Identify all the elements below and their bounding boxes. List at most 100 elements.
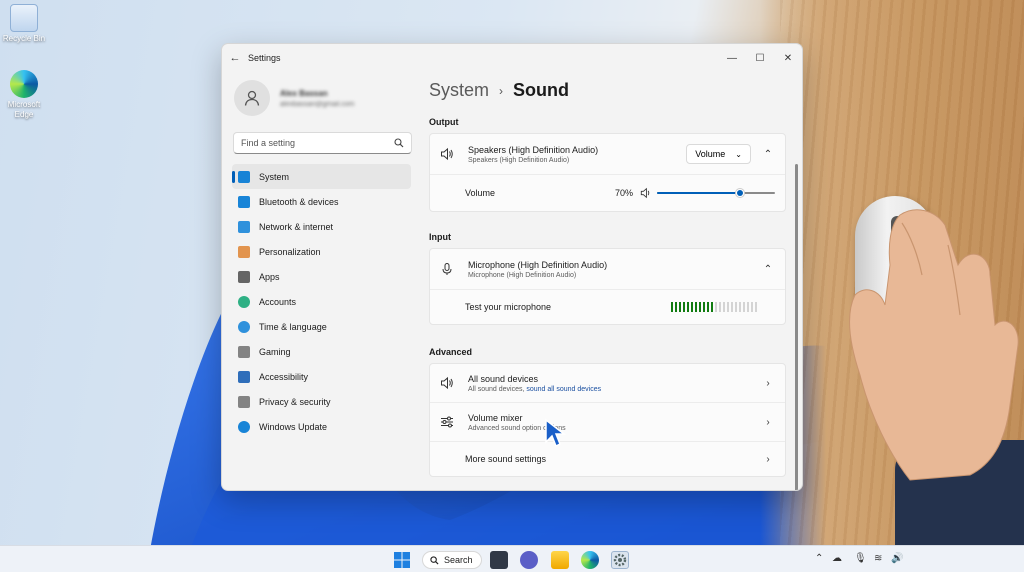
sidebar-item-accessibility[interactable]: Accessibility: [232, 364, 411, 389]
sidebar-item-system[interactable]: System: [232, 164, 411, 189]
sidebar-item-label: System: [259, 171, 290, 182]
volume-dropdown[interactable]: Volume ⌄: [686, 144, 751, 164]
volume-mixer-sub: Advanced sound option options: [468, 424, 566, 432]
sidebar-item-privacy-security[interactable]: Privacy & security: [232, 389, 411, 414]
close-button[interactable]: ✕: [774, 53, 802, 64]
level-segment: [719, 302, 721, 312]
page-title: Sound: [513, 80, 570, 100]
system-icon: [238, 171, 250, 183]
search-placeholder: Find a setting: [241, 138, 296, 148]
microphone-device-row[interactable]: Microphone (High Definition Audio) Micro…: [430, 249, 785, 289]
microphone-icon: [442, 263, 452, 275]
sidebar-item-accounts[interactable]: Accounts: [232, 289, 411, 314]
microphone-name: Microphone (High Definition Audio): [468, 259, 608, 270]
chevron-up-icon[interactable]: ⌃: [815, 553, 823, 564]
maximize-button[interactable]: ☐: [746, 53, 774, 64]
chevron-down-icon: ⌄: [735, 149, 742, 159]
sidebar: Alex Bassan alexbassan@gmail.com Find a …: [222, 72, 422, 490]
all-sound-devices-row[interactable]: All sound devices All sound devices, sou…: [430, 364, 785, 402]
more-sound-settings-title: More sound settings: [465, 454, 547, 464]
sidebar-item-label: Accounts: [259, 296, 297, 307]
desktop-icon-edge[interactable]: Microsoft Edge: [0, 70, 48, 120]
all-sound-devices-sub-text: All sound devices,: [468, 385, 527, 393]
hand: [849, 209, 1019, 481]
speaker-device-row[interactable]: Speakers (High Definition Audio) Speaker…: [430, 134, 785, 174]
edge-icon[interactable]: [581, 551, 599, 569]
sidebar-item-personalization[interactable]: Personalization: [232, 239, 411, 264]
mouse-cursor-icon: [545, 418, 566, 448]
sidebar-item-time-language[interactable]: Time & language: [232, 314, 411, 339]
level-segment: [747, 302, 749, 312]
wifi-icon[interactable]: ≋: [874, 553, 882, 564]
desktop-icon-label: Microsoft Edge: [7, 100, 41, 119]
volume-slider-thumb[interactable]: [734, 188, 745, 198]
volume-percent: 70%: [614, 188, 633, 198]
advanced-card: All sound devices All sound devices, sou…: [429, 363, 786, 477]
volume-mixer-row[interactable]: Volume mixer Advanced sound option optio…: [430, 403, 785, 441]
level-segment: [743, 302, 745, 312]
search-icon: [430, 555, 439, 565]
minimize-button[interactable]: —: [718, 53, 746, 64]
taskbar: Search ⌃ ☁ 🎙 ≋ 🔊: [0, 545, 1024, 572]
sidebar-item-label: Apps: [259, 271, 280, 282]
volume-dropdown-value: Volume: [695, 149, 726, 159]
task-view-icon[interactable]: [490, 551, 508, 569]
level-segment: [755, 302, 757, 312]
input-card: Microphone (High Definition Audio) Micro…: [429, 248, 786, 325]
microphone-sub: Microphone (High Definition Audio): [468, 271, 577, 279]
windows-start-icon[interactable]: [393, 551, 411, 569]
level-segment: [751, 302, 753, 312]
test-microphone-label: Test your microphone: [465, 302, 552, 312]
apps-icon: [238, 271, 250, 283]
level-segment: [715, 302, 717, 312]
level-segment: [723, 302, 725, 312]
taskbar-search[interactable]: Search: [422, 551, 482, 569]
settings-icon[interactable]: [611, 551, 629, 569]
shield-icon: [238, 396, 250, 408]
output-card: Speakers (High Definition Audio) Speaker…: [429, 133, 786, 212]
sidebar-item-label: Personalization: [259, 246, 321, 257]
sidebar-item-gaming[interactable]: Gaming: [232, 339, 411, 364]
sidebar-item-label: Windows Update: [259, 421, 328, 432]
volume-row: Volume 70%: [430, 175, 785, 211]
chevron-right-icon: ›: [766, 416, 770, 428]
advanced-heading: Advanced: [429, 347, 473, 357]
sidebar-item-windows-update[interactable]: Windows Update: [232, 414, 411, 439]
cloud-icon[interactable]: ☁: [832, 553, 842, 564]
level-segment: [699, 302, 701, 312]
profile[interactable]: Alex Bassan alexbassan@gmail.com: [222, 72, 422, 124]
speaker-icon[interactable]: [639, 187, 653, 199]
back-arrow-icon[interactable]: ←: [222, 52, 248, 64]
volume-slider[interactable]: [657, 187, 775, 199]
level-segment: [691, 302, 693, 312]
microphone-level-meter: [671, 302, 757, 312]
speaker-name: Speakers (High Definition Audio): [468, 144, 599, 155]
breadcrumb-parent[interactable]: System: [429, 80, 489, 101]
chat-icon[interactable]: [520, 551, 538, 569]
input-heading: Input: [429, 232, 451, 242]
microphone-icon[interactable]: 🎙: [854, 553, 867, 564]
sidebar-item-label: Gaming: [259, 346, 291, 357]
chevron-up-icon[interactable]: ⌃: [761, 264, 775, 275]
level-segment: [675, 302, 677, 312]
profile-email: alexbassan@gmail.com: [280, 100, 355, 108]
search-input[interactable]: Find a setting: [233, 132, 412, 154]
accessibility-icon: [238, 371, 250, 383]
mixer-icon: [441, 416, 453, 428]
speaker-sub: Speakers (High Definition Audio): [468, 156, 570, 164]
brush-icon: [238, 246, 250, 258]
chevron-up-icon[interactable]: ⌃: [761, 149, 775, 160]
wifi-icon: [238, 221, 250, 233]
scrollbar[interactable]: [795, 164, 798, 490]
chevron-right-icon: ›: [766, 377, 770, 389]
speaker-icon[interactable]: 🔊: [891, 553, 903, 564]
sidebar-item-bluetooth-devices[interactable]: Bluetooth & devices: [232, 189, 411, 214]
file-explorer-icon[interactable]: [551, 551, 569, 569]
sidebar-item-label: Accessibility: [259, 371, 309, 382]
more-sound-settings-row[interactable]: More sound settings ›: [430, 442, 785, 476]
sidebar-item-apps[interactable]: Apps: [232, 264, 411, 289]
recycle-bin-icon: [10, 4, 38, 32]
sidebar-item-network-internet[interactable]: Network & internet: [232, 214, 411, 239]
desktop-icon-recycle-bin[interactable]: Recycle Bin: [0, 4, 48, 44]
sound-devices-link[interactable]: sound all sound devices: [526, 386, 601, 393]
